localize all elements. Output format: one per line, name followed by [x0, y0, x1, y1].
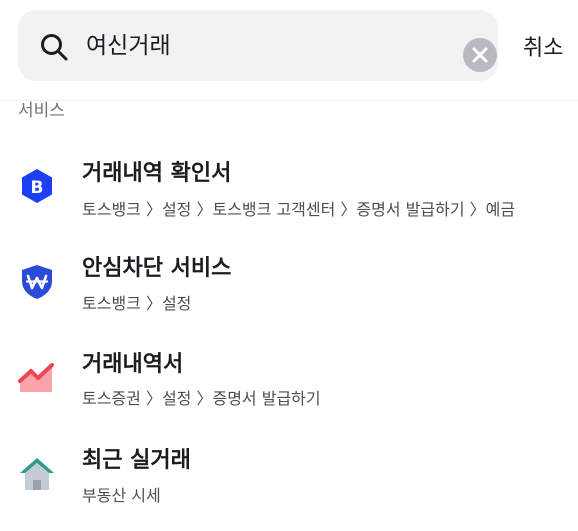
- won-shield-icon: [22, 265, 52, 299]
- house-icon: [20, 458, 54, 490]
- clear-search-button[interactable]: [463, 38, 497, 72]
- list-item[interactable]: 최근 실거래 부동산 시세: [0, 434, 578, 524]
- result-title: 안심차단 서비스: [82, 256, 232, 281]
- search-icon: [41, 34, 68, 61]
- result-path: 토스증권 〉설정 〉증명서 발급하기: [82, 389, 321, 408]
- toss-bank-b-icon: B: [22, 169, 52, 203]
- result-path: 부동산 시세: [82, 486, 161, 505]
- result-path: 토스뱅크 〉설정: [82, 294, 192, 313]
- search-bar[interactable]: [18, 10, 498, 81]
- svg-text:B: B: [31, 178, 44, 198]
- result-title: 거래내역 확인서: [82, 161, 232, 186]
- list-item[interactable]: 거래내역서 토스증권 〉설정 〉증명서 발급하기: [0, 338, 578, 428]
- list-item[interactable]: B 거래내역 확인서 토스뱅크 〉설정 〉토스뱅크 고객센터 〉증명서 발급하기…: [0, 145, 578, 235]
- cancel-button[interactable]: 취소: [523, 30, 563, 62]
- list-item[interactable]: 안심차단 서비스 토스뱅크 〉설정: [0, 242, 578, 332]
- result-path: 토스뱅크 〉설정 〉토스뱅크 고객센터 〉증명서 발급하기 〉예금: [82, 200, 516, 219]
- search-input[interactable]: [86, 28, 446, 64]
- result-title: 거래내역서: [82, 352, 184, 377]
- section-label: 서비스: [18, 101, 65, 121]
- result-title: 최근 실거래: [82, 448, 191, 473]
- stock-chart-icon: [18, 363, 54, 392]
- close-icon: [472, 47, 488, 63]
- divider: [0, 100, 578, 101]
